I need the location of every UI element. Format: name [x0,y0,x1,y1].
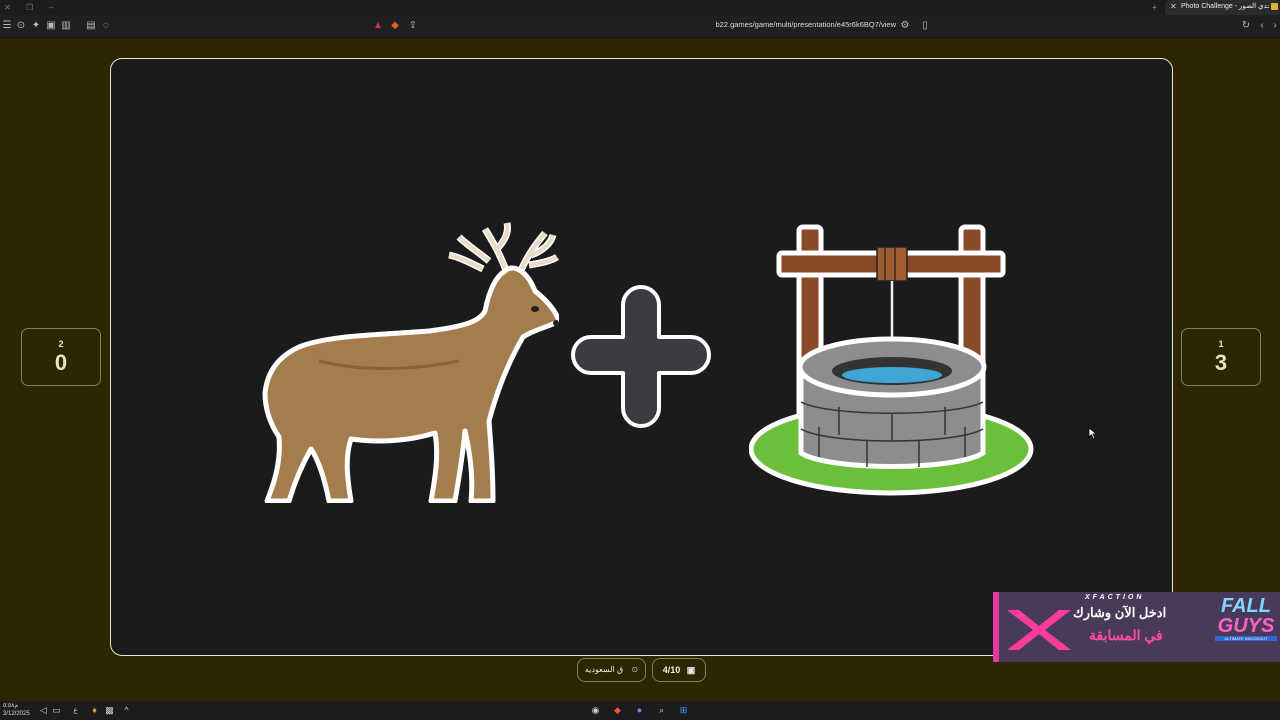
bookmark-icon[interactable]: ▯ [918,19,932,33]
image-icon: ▣ [686,665,696,675]
reader-icon[interactable]: ▤ [84,19,98,33]
tab-close-icon[interactable]: ✕ [1170,2,1177,11]
team-number: 2 [58,339,64,349]
team-score-card-right: 1 3 [1181,328,1261,386]
clock-date: 3/12/2025 [3,711,30,717]
forward-icon[interactable]: › [1268,19,1280,33]
app-icon-brave[interactable]: ◆ [612,705,623,716]
team-number: 1 [1218,339,1224,349]
tab-favicon-icon [1271,3,1278,10]
taskbar: م٥:٥٨ 3/12/2025 ◁ ▭ ع ♦ ▩ ^ ◉ ◆ ● ⌕ ⊞ [0,701,1280,720]
share-icon[interactable]: ⇪ [406,19,420,33]
tab-group-icon[interactable]: ▣ [44,19,58,33]
deer-picture [262,222,559,503]
ad-brand: XFACTION [1085,594,1145,601]
system-clock[interactable]: م٥:٥٨ 3/12/2025 [3,702,30,718]
search-icon[interactable]: ⌕ [656,705,667,716]
ad-headline-1: ادخل الآن وشارك [1073,605,1167,620]
tab-photo-challenge[interactable]: ✕ Photo Challenge - تحدي الصور - B22 [1165,0,1280,15]
team-score: 3 [1214,350,1228,375]
tab-title: Photo Challenge - تحدي الصور - B22 [1181,3,1269,10]
windows-start-icon[interactable]: ⊞ [678,705,689,716]
round-label: 4/10 [662,665,681,675]
sidebar-icon[interactable]: ▥ [59,19,73,33]
back-icon[interactable]: ‹ [1255,19,1269,33]
team-score-card-left: 2 0 [21,328,101,386]
address-bar-url[interactable]: b22.games/game/multi/presentation/e45r6k… [620,20,896,29]
location-icon[interactable]: ⊙ [14,19,28,33]
advertisement-banner[interactable]: XFACTION ادخل الآن وشارك في المسابقة FAL… [993,592,1280,662]
volume-icon[interactable]: ◁ [38,705,49,716]
logo-bottom: GUYS [1217,615,1275,637]
team-score: 0 [54,350,68,375]
chat-icon[interactable]: ◌ [99,19,113,33]
reload-icon[interactable]: ↻ [1239,19,1253,33]
window-restore-icon[interactable]: ❐ [26,3,33,12]
mic-icon[interactable]: ♦ [89,705,100,716]
country-button[interactable]: ق السعوديه ⊙ [577,658,646,682]
country-label: ق السعوديه [584,665,624,674]
fall-guys-logo: FALL GUYS ULTIMATE KNOCKOUT [1215,596,1277,641]
plus-icon [571,285,711,428]
tray-app-icon[interactable]: ▩ [104,705,115,716]
mouse-cursor-icon [1088,427,1098,440]
logo-top: FALL [1221,595,1271,617]
ad-headline-2: في المسابقة [1089,627,1163,643]
water-well-picture [749,224,1034,496]
brave-shields-icon[interactable]: ◆ [388,19,402,33]
round-counter: 4/10 ▣ [652,658,706,682]
window-close-icon[interactable]: ✕ [4,3,11,12]
window-minimize-icon[interactable]: – [49,3,53,12]
menu-icon[interactable]: ☰ [0,19,14,33]
app-icon-obs[interactable]: ◉ [590,705,601,716]
clock-time: م٥:٥٨ [3,703,19,709]
clock-icon: ⊙ [631,665,639,674]
browser-toolbar: ☰ ⊙ ✦ ▣ ▥ ▤ ◌ ▲ ◆ ⇪ b22.games/game/multi… [0,15,1280,38]
tray-expand-icon[interactable]: ^ [121,705,132,716]
tab-strip: ✕ ❐ – + ✕ Photo Challenge - تحدي الصور -… [0,0,1280,15]
presentation-stage [110,58,1173,656]
new-tab-icon[interactable]: + [1152,3,1157,12]
network-icon[interactable]: ▭ [51,705,62,716]
brave-rewards-icon[interactable]: ▲ [371,19,385,33]
extension-icon[interactable]: ✦ [29,19,43,33]
language-indicator[interactable]: ع [70,705,81,716]
site-settings-icon[interactable]: ⚙ [898,19,912,33]
app-icon-discord[interactable]: ● [634,705,645,716]
